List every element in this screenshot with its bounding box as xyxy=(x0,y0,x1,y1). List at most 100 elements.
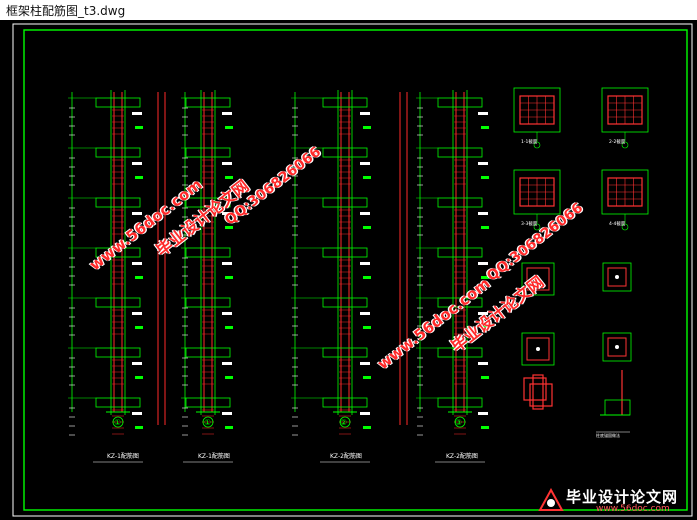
rebar-label-mark xyxy=(360,362,370,365)
rebar-label-mark xyxy=(225,276,233,279)
rebar-label-mark xyxy=(478,262,488,265)
axis-mark-2: ① xyxy=(204,418,211,427)
rebar-label-mark xyxy=(225,426,233,429)
beam-section xyxy=(322,347,368,358)
rebar-label-mark xyxy=(132,212,142,215)
column-label-3: KZ-2配筋图 xyxy=(330,452,362,460)
axis-mark-3: ② xyxy=(340,418,347,427)
beam-section xyxy=(95,197,141,208)
rebar-label-mark xyxy=(132,362,142,365)
rebar-label-mark xyxy=(135,126,143,129)
beam-section xyxy=(437,247,483,258)
rebar-label-mark xyxy=(360,212,370,215)
rebar-label-mark xyxy=(481,176,489,179)
beam-section xyxy=(322,397,368,408)
cad-drawing: KZ-1配筋图 KZ-1配筋图 KZ-2配筋图 KZ-2配筋图 ① ① ② ③ … xyxy=(12,23,693,517)
rebar-label-mark xyxy=(222,412,232,415)
rebar-label-mark xyxy=(481,376,489,379)
rebar-label-mark xyxy=(360,262,370,265)
section-label-2: 2-2截面 xyxy=(609,138,626,145)
beam-section xyxy=(322,147,368,158)
rebar-label-mark xyxy=(363,176,371,179)
rebar-label-mark xyxy=(360,162,370,165)
window-titlebar: 框架柱配筋图_t3.dwg xyxy=(0,0,697,20)
rebar-label-mark xyxy=(132,312,142,315)
section-label-3: 3-3截面 xyxy=(521,220,538,227)
anchor-footing xyxy=(604,399,631,416)
rebar-label-mark xyxy=(363,326,371,329)
rebar-label-mark xyxy=(135,276,143,279)
joint-detail xyxy=(532,374,544,410)
rebar-label-mark xyxy=(132,412,142,415)
beam-section xyxy=(95,347,141,358)
beam-section xyxy=(185,97,231,108)
rebar-label-mark xyxy=(225,376,233,379)
rebar-label-mark xyxy=(135,176,143,179)
sheet-border-inner xyxy=(23,29,688,511)
rebar-label-mark xyxy=(478,212,488,215)
rebar-label-mark xyxy=(135,326,143,329)
beam-section xyxy=(95,97,141,108)
rebar-label-mark xyxy=(363,276,371,279)
column-label-1: KZ-1配筋图 xyxy=(107,452,139,460)
beam-section xyxy=(185,297,231,308)
logo-mark-icon xyxy=(538,488,564,511)
beam-section xyxy=(322,197,368,208)
detail-label: 柱底锚固做法 xyxy=(596,432,620,438)
beam-section xyxy=(437,397,483,408)
beam-section xyxy=(437,147,483,158)
rebar-label-mark xyxy=(478,112,488,115)
rebar-label-mark xyxy=(363,376,371,379)
beam-section xyxy=(437,97,483,108)
beam-section xyxy=(322,97,368,108)
axis-mark-4: ③ xyxy=(455,418,462,427)
beam-section xyxy=(322,247,368,258)
axis-mark-1: ① xyxy=(114,418,121,427)
beam-section xyxy=(185,247,231,258)
rebar-label-mark xyxy=(481,226,489,229)
rebar-label-mark xyxy=(225,326,233,329)
column-label-4: KZ-2配筋图 xyxy=(446,452,478,460)
rebar-label-mark xyxy=(222,362,232,365)
pile-center xyxy=(615,275,619,279)
rebar-label-mark xyxy=(481,426,489,429)
rebar-label-mark xyxy=(132,262,142,265)
rebar-label-mark xyxy=(222,262,232,265)
logo-url: www.56doc.com xyxy=(596,504,670,514)
beam-section xyxy=(185,347,231,358)
rebar-label-mark xyxy=(222,162,232,165)
beam-section xyxy=(95,297,141,308)
site-logo: 毕业设计论文网 www.56doc.com xyxy=(538,486,692,518)
window-title: 框架柱配筋图_t3.dwg xyxy=(6,4,126,18)
rebar-label-mark xyxy=(478,162,488,165)
pile-center xyxy=(615,345,619,349)
rebar-label-mark xyxy=(481,126,489,129)
rebar-label-mark xyxy=(478,412,488,415)
rebar-label-mark xyxy=(360,112,370,115)
pile-center xyxy=(536,347,540,351)
beam-section xyxy=(95,397,141,408)
beam-section xyxy=(95,147,141,158)
rebar-label-mark xyxy=(360,412,370,415)
beam-section xyxy=(437,197,483,208)
beam-section xyxy=(185,397,231,408)
rebar-label-mark xyxy=(363,226,371,229)
rebar-label-mark xyxy=(222,112,232,115)
rebar-label-mark xyxy=(222,312,232,315)
cad-viewport[interactable]: KZ-1配筋图 KZ-1配筋图 KZ-2配筋图 KZ-2配筋图 ① ① ② ③ … xyxy=(0,20,697,520)
rebar-label-mark xyxy=(135,376,143,379)
beam-section xyxy=(322,297,368,308)
rebar-label-mark xyxy=(363,126,371,129)
column-label-2: KZ-1配筋图 xyxy=(198,452,230,460)
beam-section xyxy=(185,147,231,158)
rebar-label-mark xyxy=(132,162,142,165)
section-label-1: 1-1截面 xyxy=(521,138,538,145)
section-label-4: 4-4截面 xyxy=(609,220,626,227)
rebar-label-mark xyxy=(360,312,370,315)
rebar-label-mark xyxy=(363,426,371,429)
rebar-label-mark xyxy=(225,126,233,129)
rebar-label-mark xyxy=(132,112,142,115)
rebar-label-mark xyxy=(135,426,143,429)
rebar-label-mark xyxy=(478,362,488,365)
column-elevations xyxy=(68,90,489,463)
